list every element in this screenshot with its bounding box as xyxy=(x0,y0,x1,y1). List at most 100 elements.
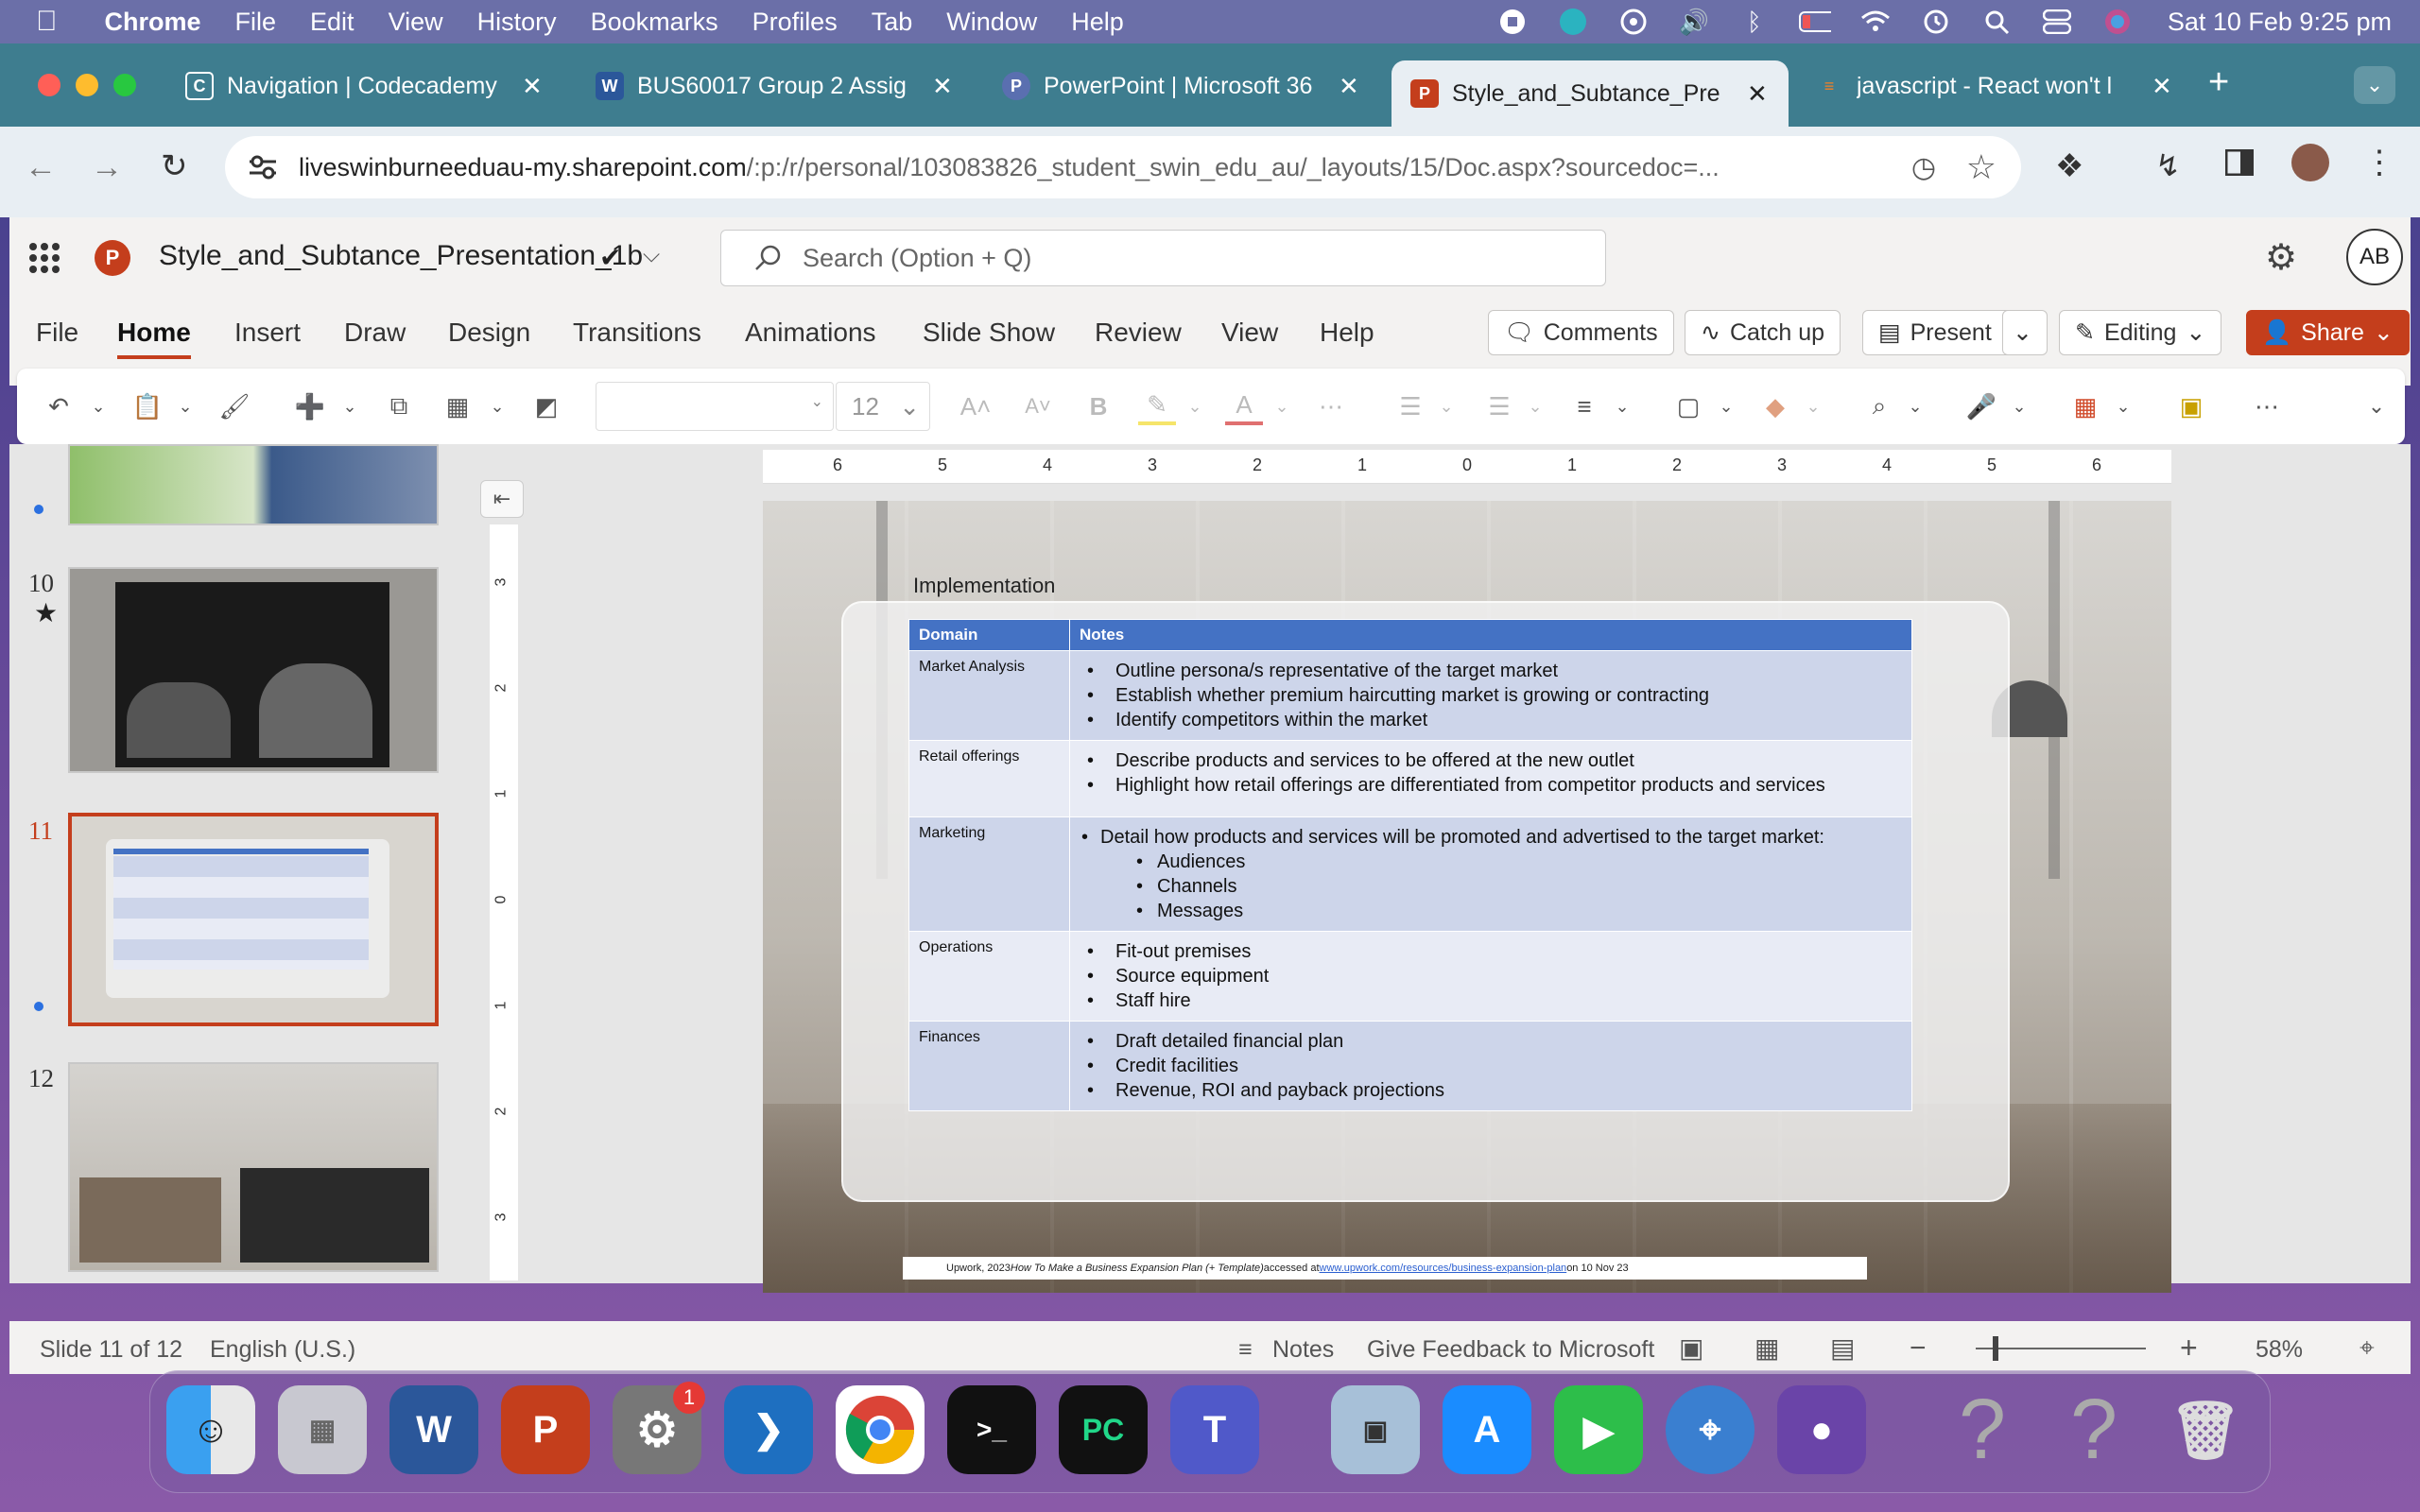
numbering-icon[interactable]: ☰ xyxy=(1480,387,1518,425)
background-icon[interactable]: ◩ xyxy=(527,387,565,425)
zoom-level[interactable]: 58% xyxy=(2256,1336,2303,1364)
paste-icon[interactable]: 📋 xyxy=(129,387,166,425)
back-icon[interactable]: ← xyxy=(25,149,57,186)
designer-icon[interactable]: ▦ xyxy=(2066,387,2104,425)
font-color-icon[interactable]: A xyxy=(1225,387,1263,425)
slide-thumbnail-12[interactable] xyxy=(68,1062,439,1272)
tab-review[interactable]: Review xyxy=(1095,318,1182,348)
tab-word-doc[interactable]: W BUS60017 Group 2 Assig ✕ xyxy=(577,57,953,115)
chrome-menu-icon[interactable]: ⋮ xyxy=(2363,144,2395,181)
find-search-icon[interactable]: ⌕ xyxy=(1860,387,1898,425)
notes-button[interactable]: Notes xyxy=(1272,1336,1334,1364)
word-app-icon[interactable]: W xyxy=(389,1385,478,1474)
trash-icon[interactable]: 🗑 xyxy=(2161,1385,2250,1474)
chevron-down-icon[interactable]: ⌄ xyxy=(2104,387,2142,425)
tab-design[interactable]: Design xyxy=(448,318,530,348)
collapse-pane-icon[interactable]: ⇤ xyxy=(480,480,524,518)
highlight-icon[interactable]: ✎ xyxy=(1138,387,1176,425)
chevron-down-icon[interactable]: ⌄ xyxy=(1794,387,1832,425)
forward-icon[interactable]: → xyxy=(91,149,123,186)
chevron-down-icon[interactable]: ⌄ xyxy=(1896,387,1934,425)
close-tab-icon[interactable]: ✕ xyxy=(932,72,953,101)
font-size-dropdown[interactable]: 12 ⌄ xyxy=(836,382,930,431)
wifi-icon[interactable] xyxy=(1859,8,1892,36)
extensions-icon[interactable]: ❖ xyxy=(2055,147,2083,185)
shape-fill-icon[interactable]: ◆ xyxy=(1756,387,1794,425)
tab-help[interactable]: Help xyxy=(1320,318,1374,348)
menu-app-name[interactable]: Chrome xyxy=(105,8,201,37)
close-window-button[interactable] xyxy=(38,74,60,96)
menu-edit[interactable]: Edit xyxy=(310,8,354,37)
slide-sorter-icon[interactable]: ▦ xyxy=(1754,1332,1779,1364)
extension-bolt-icon[interactable]: ↯ xyxy=(2155,147,2181,183)
menubar-clock[interactable]: Sat 10 Feb 9:25 pm xyxy=(2168,8,2392,37)
terminal-icon[interactable]: >_ xyxy=(947,1385,1036,1474)
bold-icon[interactable]: B xyxy=(1080,387,1117,425)
menu-history[interactable]: History xyxy=(477,8,557,37)
control-center-icon[interactable] xyxy=(2041,8,2073,36)
stop-recording-icon[interactable] xyxy=(1496,8,1529,36)
bluetooth-icon[interactable]: ᛒ xyxy=(1738,8,1771,36)
new-tab-icon[interactable]: + xyxy=(2208,62,2229,103)
dictate-microphone-icon[interactable]: 🎤 xyxy=(1962,387,2000,425)
new-slide-icon[interactable]: ➕ xyxy=(291,387,329,425)
slide-title[interactable]: Implementation xyxy=(913,574,1055,598)
menu-profiles[interactable]: Profiles xyxy=(752,8,838,37)
slide-thumbnail-10[interactable] xyxy=(68,567,439,773)
fit-to-window-icon[interactable]: ⌖ xyxy=(2360,1332,2375,1364)
close-tab-icon[interactable]: ✕ xyxy=(1747,79,1768,109)
spotlight-search-icon[interactable] xyxy=(1980,8,2013,36)
present-options-button[interactable]: ⌄ xyxy=(2002,310,2048,355)
chevron-down-icon[interactable]: ⌄ xyxy=(1427,387,1465,425)
menu-file[interactable]: File xyxy=(235,8,277,37)
decrease-font-icon[interactable]: A˅ xyxy=(1019,387,1057,425)
bullets-icon[interactable]: ☰ xyxy=(1392,387,1429,425)
zoom-slider-thumb[interactable] xyxy=(1993,1336,1998,1361)
zoom-in-icon[interactable]: + xyxy=(2180,1331,2198,1366)
font-name-dropdown[interactable]: ⌄ xyxy=(596,382,834,431)
github-icon[interactable]: ● xyxy=(1777,1385,1866,1474)
menu-bookmarks[interactable]: Bookmarks xyxy=(591,8,718,37)
tab-transitions[interactable]: Transitions xyxy=(573,318,701,348)
tab-home[interactable]: Home xyxy=(117,318,191,359)
app-status-icon[interactable] xyxy=(1557,8,1589,36)
zoom-window-button[interactable] xyxy=(113,74,136,96)
chevron-down-icon[interactable]: ⌄ xyxy=(1603,387,1641,425)
powerpoint-app-icon[interactable]: P xyxy=(501,1385,590,1474)
menu-tab[interactable]: Tab xyxy=(872,8,913,37)
comments-button[interactable]: 🗨 Comments xyxy=(1488,310,1674,355)
pycharm-icon[interactable]: PC xyxy=(1059,1385,1148,1474)
camera-icon[interactable] xyxy=(1617,8,1650,36)
tab-file[interactable]: File xyxy=(36,318,78,348)
feedback-button[interactable]: Give Feedback to Microsoft xyxy=(1367,1336,1654,1364)
slide-thumbnail-9[interactable] xyxy=(68,444,439,525)
chevron-down-icon[interactable]: ⌄ xyxy=(2000,387,2038,425)
finder-icon[interactable]: ☺ xyxy=(166,1385,255,1474)
document-title[interactable]: Style_and_Subtance_Presentation_1b xyxy=(159,240,643,272)
teams-icon[interactable]: T xyxy=(1170,1385,1259,1474)
expand-ribbon-icon[interactable]: ⌄ xyxy=(2358,387,2395,425)
menu-window[interactable]: Window xyxy=(946,8,1037,37)
menu-view[interactable]: View xyxy=(389,8,443,37)
chevron-down-icon[interactable]: ⌄ xyxy=(478,387,516,425)
chevron-down-icon[interactable]: ⌄ xyxy=(1263,387,1301,425)
preview-icon[interactable]: ▣ xyxy=(1331,1385,1420,1474)
share-button[interactable]: 👤 Share ⌄ xyxy=(2246,310,2410,355)
site-info-icon[interactable] xyxy=(248,153,278,181)
more-font-options-icon[interactable]: ⋯ xyxy=(1312,387,1350,425)
app-launcher-icon[interactable] xyxy=(28,242,60,274)
close-tab-icon[interactable]: ✕ xyxy=(2152,72,2172,101)
tab-animations[interactable]: Animations xyxy=(745,318,876,348)
network-utility-icon[interactable]: ⌖ xyxy=(1666,1385,1754,1474)
minimize-window-button[interactable] xyxy=(76,74,98,96)
chevron-down-icon[interactable]: ⌄ xyxy=(1176,387,1214,425)
table-row[interactable]: Operations Fit-out premises Source equip… xyxy=(908,931,1912,1022)
volume-icon[interactable]: 🔊 xyxy=(1678,8,1710,36)
chrome-icon[interactable] xyxy=(836,1385,925,1474)
layout-icon[interactable]: ▦ xyxy=(439,387,476,425)
chevron-down-icon[interactable]: ⌵ xyxy=(643,242,660,268)
normal-view-icon[interactable]: ▣ xyxy=(1679,1332,1703,1364)
implementation-table[interactable]: Domain Notes Market Analysis Outline per… xyxy=(908,619,1912,1111)
tab-powerpoint-home[interactable]: P PowerPoint | Microsoft 36 ✕ xyxy=(983,57,1359,115)
settings-gear-icon[interactable]: ⚙ xyxy=(2265,236,2297,279)
